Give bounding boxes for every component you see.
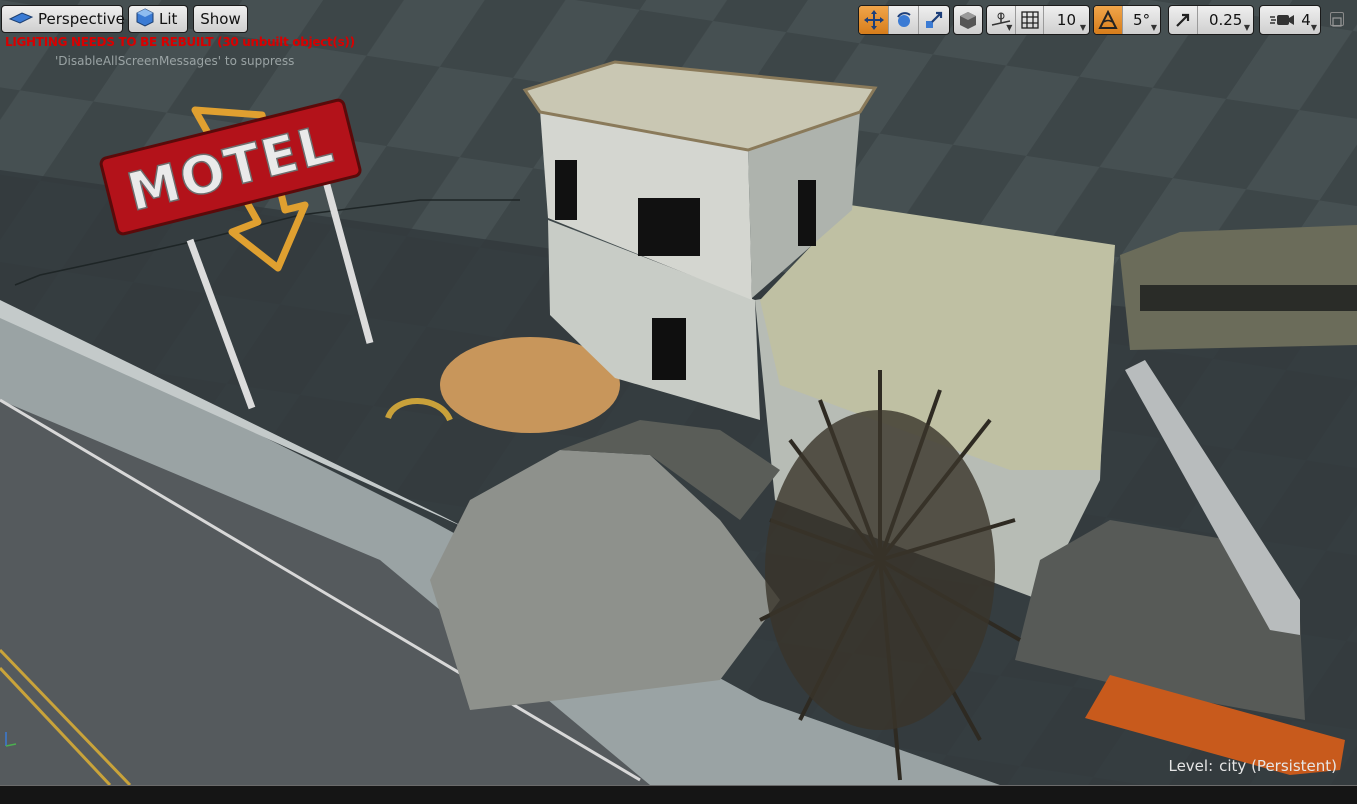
chevron-down-icon: ▼: [1006, 23, 1013, 32]
tram-window-row: [1140, 285, 1357, 311]
coordinate-space-button[interactable]: [954, 6, 982, 34]
palm-foliage: [765, 410, 995, 730]
scale-mode-button[interactable]: [919, 6, 949, 34]
rotation-snap-value-dropdown[interactable]: 5° ▼: [1123, 6, 1160, 34]
translate-icon: [863, 10, 884, 30]
transform-tools-group: [858, 5, 950, 35]
rotation-snap-icon: [1098, 10, 1118, 29]
camera-speed-dropdown[interactable]: 4 ▼: [1260, 6, 1320, 34]
level-label: Level:: [1168, 757, 1214, 775]
suppress-messages-hint: 'DisableAllScreenMessages' to suppress: [55, 54, 295, 68]
surface-snap-button[interactable]: ▼: [987, 6, 1017, 34]
current-level-indicator: Level: city (Persistent): [1168, 757, 1343, 775]
viewport-view-icon: [8, 9, 34, 29]
coordinate-space-icon: [960, 12, 976, 29]
maximize-icon: [1332, 17, 1342, 27]
maximize-viewport-button[interactable]: [1330, 12, 1344, 27]
rotate-mode-button[interactable]: [889, 6, 919, 34]
window-3: [798, 180, 816, 246]
snap-tools-group: ▼ 10 ▼: [986, 5, 1090, 35]
view-mode-button[interactable]: Lit: [128, 5, 188, 33]
window-1: [638, 198, 700, 256]
scene-render[interactable]: MOTEL: [0, 0, 1357, 785]
viewport-bottom-border: [0, 785, 1357, 804]
scale-snap-value-dropdown[interactable]: 0.25 ▼: [1198, 6, 1253, 34]
rotation-snap-value: 5°: [1133, 11, 1151, 29]
show-label: Show: [200, 10, 241, 28]
rotation-snap-group: 5° ▼: [1093, 5, 1161, 35]
grid-icon: [1021, 11, 1039, 29]
chevron-down-icon: ▼: [1310, 23, 1317, 32]
grid-snap-value: 10: [1056, 11, 1076, 29]
scale-snap-value: 0.25: [1208, 11, 1243, 29]
scale-icon: [926, 11, 943, 28]
lit-label: Lit: [159, 10, 178, 28]
translate-mode-button[interactable]: [859, 6, 889, 34]
doorway: [652, 318, 686, 380]
axis-gizmo-icon: [5, 732, 17, 747]
chevron-down-icon: ▼: [1079, 23, 1086, 32]
perspective-label: Perspective: [38, 10, 125, 28]
scale-snap-toggle[interactable]: [1169, 6, 1199, 34]
level-name: city (Persistent): [1219, 757, 1337, 775]
chevron-down-icon: ▼: [1243, 23, 1250, 32]
camera-speed-group: 4 ▼: [1259, 5, 1321, 35]
coordinate-space-group: [953, 5, 983, 35]
level-viewport[interactable]: MOTEL Perspective Lit Show ▼ 10 ▼ 5° ▼ 0…: [0, 0, 1357, 785]
camera-speed-value: 4: [1301, 11, 1311, 29]
rotate-icon: [896, 12, 911, 27]
window-2: [555, 160, 577, 220]
scale-snap-icon: [1176, 13, 1190, 27]
rotation-snap-toggle[interactable]: [1094, 6, 1124, 34]
viewport-options-button[interactable]: Perspective: [1, 5, 125, 33]
grid-snap-toggle[interactable]: [1016, 6, 1044, 34]
scale-snap-group: 0.25 ▼: [1168, 5, 1254, 35]
chevron-down-icon: ▼: [1150, 23, 1157, 32]
lighting-rebuild-warning: LIGHTING NEEDS TO BE REBUILT (30 unbuilt…: [5, 35, 355, 49]
show-button[interactable]: Show: [193, 5, 248, 33]
camera-speed-icon: [1270, 15, 1295, 25]
lit-cube-icon: [135, 7, 155, 31]
grid-snap-value-dropdown[interactable]: 10 ▼: [1044, 6, 1089, 34]
